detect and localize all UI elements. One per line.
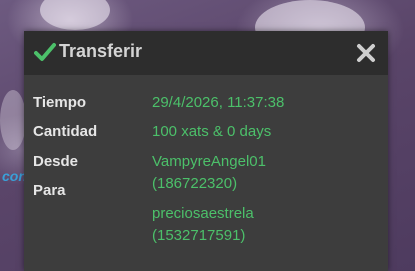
amount-label: Cantidad — [33, 123, 98, 140]
check-icon — [34, 43, 56, 61]
background-decoration — [0, 90, 26, 150]
to-label: Para — [33, 182, 66, 199]
amount-value: 100 xats & 0 days — [152, 123, 272, 140]
from-id: (186722320) — [152, 175, 238, 192]
time-label: Tiempo — [33, 94, 87, 111]
from-label: Desde — [33, 153, 79, 170]
dialog-header: Transferir — [24, 31, 388, 75]
close-icon[interactable] — [356, 43, 376, 63]
from-name: VampyreAngel01 — [152, 153, 266, 170]
to-name: preciosaestrela — [152, 205, 254, 222]
transfer-dialog: Transferir Tiempo 29/4/2026, 11:37:38 Ca… — [24, 31, 388, 271]
to-id: (1532717591) — [152, 227, 246, 244]
background-decoration — [40, 0, 110, 30]
time-value: 29/4/2026, 11:37:38 — [152, 94, 285, 111]
dialog-title: Transferir — [59, 41, 143, 61]
